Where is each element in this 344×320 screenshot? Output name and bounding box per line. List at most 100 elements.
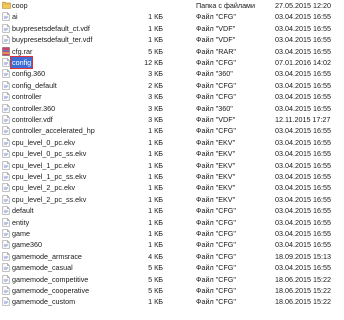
file-name[interactable]: entity <box>12 217 29 228</box>
file-size: 1 КБ <box>148 137 163 147</box>
file-row[interactable]: controller 3 КБ Файл "CFG" 03.04.2015 16:55 <box>0 91 344 102</box>
file-date: 03.04.2015 16:55 <box>275 229 331 238</box>
file-row[interactable]: gamemode_casual 5 КБ Файл "CFG" 03.04.2015 … <box>0 262 344 273</box>
file-size: 3 КБ <box>148 115 163 124</box>
file-name[interactable]: gamemode_cooperative <box>12 285 89 296</box>
file-name[interactable]: game <box>12 228 30 239</box>
file-row[interactable]: config_default 2 КБ Файл "CFG" 03.04.2015 1… <box>0 80 344 91</box>
file-type: Файл "EKV" <box>196 137 236 147</box>
file-row[interactable]: buypresetsdefault_ter.vdf 1 КБ Файл "VDF" 0… <box>0 34 344 45</box>
file-row[interactable]: config 12 КБ Файл "CFG" 07.01.2016 14:02 <box>0 56 344 69</box>
file-row[interactable]: config.360 3 КБ Файл "360" 03.04.2015 16:55 <box>0 68 344 79</box>
file-row[interactable]: gamemode_competitive 5 КБ Файл "CFG" 18.06.… <box>0 274 344 285</box>
file-type: Файл "CFG" <box>196 240 236 250</box>
file-name[interactable]: cfg.rar <box>12 46 32 57</box>
file-icon <box>2 217 10 227</box>
file-type: Файл "CFG" <box>196 206 236 216</box>
file-icon <box>2 274 10 284</box>
file-row[interactable]: game360 1 КБ Файл "CFG" 03.04.2015 16:55 <box>0 239 344 250</box>
file-row[interactable]: game 1 КБ Файл "CFG" 03.04.2015 16:55 <box>0 228 344 239</box>
file-row[interactable]: cpu_level_2_pc.ekv 1 КБ Файл "EKV" 03.04.20… <box>0 182 344 193</box>
file-name[interactable]: gamemode_custom <box>12 296 75 307</box>
file-name[interactable]: gamemode_casual <box>12 262 73 273</box>
file-row[interactable]: cpu_level_1_pc_ss.ekv 1 КБ Файл "EKV" 03.04… <box>0 171 344 182</box>
file-type: Файл "CFG" <box>196 263 236 273</box>
file-name[interactable]: coop <box>12 0 28 11</box>
file-size: 5 КБ <box>148 286 163 295</box>
file-date: 03.04.2015 16:55 <box>275 206 331 216</box>
file-name[interactable]: cpu_level_0_pc_ss.ekv <box>12 148 86 159</box>
file-icon <box>2 137 10 147</box>
file-row[interactable]: cfg.rar 5 КБ Файл "RAR" 03.04.2015 16:55 <box>0 46 344 57</box>
file-name[interactable]: cpu_level_1_pc_ss.ekv <box>12 171 86 182</box>
file-row[interactable]: controller_accelerated_hp 1 КБ Файл "CFG" 0… <box>0 125 344 136</box>
file-type: Файл "CFG" <box>196 92 236 102</box>
file-row[interactable]: gamemode_armsrace 4 КБ Файл "CFG" 18.09.201… <box>0 251 344 262</box>
file-name[interactable]: cpu_level_0_pc.ekv <box>12 137 75 148</box>
file-type: Файл "EKV" <box>196 194 236 204</box>
file-date: 03.04.2015 16:55 <box>275 23 331 33</box>
file-icon <box>2 23 10 33</box>
file-row[interactable]: coop Папка с файлами 27.05.2015 12:20 <box>0 0 344 11</box>
file-name[interactable]: gamemode_armsrace <box>12 251 82 262</box>
folder-icon <box>2 1 11 10</box>
file-name[interactable]: cpu_level_2_pc_ss.ekv <box>12 194 86 205</box>
file-size: 5 КБ <box>148 274 163 284</box>
file-name[interactable]: buypresetsdefault_ter.vdf <box>12 34 92 45</box>
file-row[interactable]: default 1 КБ Файл "CFG" 03.04.2015 16:55 <box>0 205 344 216</box>
file-date: 18.09.2015 15:13 <box>275 251 331 261</box>
file-row[interactable]: cpu_level_1_pc.ekv 1 КБ Файл "EKV" 03.04.20… <box>0 160 344 171</box>
file-type: Файл "CFG" <box>196 297 236 307</box>
file-icon <box>2 194 10 204</box>
file-name[interactable]: config <box>9 56 34 69</box>
file-icon <box>2 251 10 261</box>
file-row[interactable]: ai 1 КБ Файл "CFG" 03.04.2015 16:55 <box>0 11 344 22</box>
file-date: 03.04.2015 16:55 <box>275 183 331 193</box>
file-date: 03.04.2015 16:55 <box>275 69 331 79</box>
file-date: 03.04.2015 16:55 <box>275 12 331 22</box>
file-name[interactable]: ai <box>12 11 18 22</box>
file-size: 1 КБ <box>148 149 163 159</box>
file-type: Файл "EKV" <box>196 183 236 193</box>
file-icon <box>2 240 10 250</box>
file-icon <box>2 103 10 113</box>
file-name[interactable]: config_default <box>12 80 57 91</box>
file-type: Файл "360" <box>196 103 233 113</box>
file-name[interactable]: controller.360 <box>12 103 55 114</box>
file-name[interactable]: controller.vdf <box>12 114 53 125</box>
file-type: Папка с файлами <box>196 1 256 10</box>
file-name[interactable]: default <box>12 205 34 216</box>
file-name[interactable]: cpu_level_1_pc.ekv <box>12 160 75 171</box>
file-row[interactable]: buypresetsdefault_ct.vdf 1 КБ Файл "VDF" 03… <box>0 23 344 34</box>
file-row[interactable]: cpu_level_2_pc_ss.ekv 1 КБ Файл "EKV" 03.04… <box>0 194 344 205</box>
file-icon <box>2 263 10 272</box>
file-size: 2 КБ <box>148 80 163 90</box>
file-type: Файл "CFG" <box>196 251 236 261</box>
file-row[interactable]: gamemode_custom 1 КБ Файл "CFG" 18.06.2015 … <box>0 296 344 307</box>
file-name[interactable]: buypresetsdefault_ct.vdf <box>12 23 90 34</box>
file-date: 03.04.2015 16:55 <box>275 46 331 56</box>
file-name[interactable]: controller <box>12 91 42 102</box>
file-date: 03.04.2015 16:55 <box>275 80 331 90</box>
file-row[interactable]: controller.vdf 3 КБ Файл "VDF" 12.11.2015 1… <box>0 114 344 125</box>
file-row[interactable]: entity 1 КБ Файл "CFG" 03.04.2015 16:55 <box>0 217 344 228</box>
file-type: Файл "EKV" <box>196 160 236 170</box>
file-size: 1 КБ <box>148 126 163 136</box>
file-row[interactable]: cpu_level_0_pc.ekv 1 КБ Файл "EKV" 03.04.20… <box>0 137 344 148</box>
file-row[interactable]: cpu_level_0_pc_ss.ekv 1 КБ Файл "EKV" 03.04… <box>0 148 344 159</box>
file-date: 03.04.2015 16:55 <box>275 194 331 204</box>
archive-icon <box>2 46 10 56</box>
file-row[interactable]: gamemode_cooperative 5 КБ Файл "CFG" 18.06.… <box>0 285 344 296</box>
file-size: 1 КБ <box>148 35 163 45</box>
file-date: 18.06.2015 15:22 <box>275 286 331 295</box>
file-size: 4 КБ <box>148 251 163 261</box>
file-name[interactable]: gamemode_competitive <box>12 274 88 285</box>
file-row[interactable]: controller.360 3 КБ Файл "360" 03.04.2015 1… <box>0 103 344 114</box>
file-name[interactable]: game360 <box>12 239 42 250</box>
file-name[interactable]: controller_accelerated_hp <box>12 125 95 136</box>
file-size: 1 КБ <box>148 206 163 216</box>
file-size: 1 КБ <box>148 160 163 170</box>
file-name[interactable]: config.360 <box>12 68 45 79</box>
file-name[interactable]: cpu_level_2_pc.ekv <box>12 182 75 193</box>
file-icon <box>2 115 10 124</box>
